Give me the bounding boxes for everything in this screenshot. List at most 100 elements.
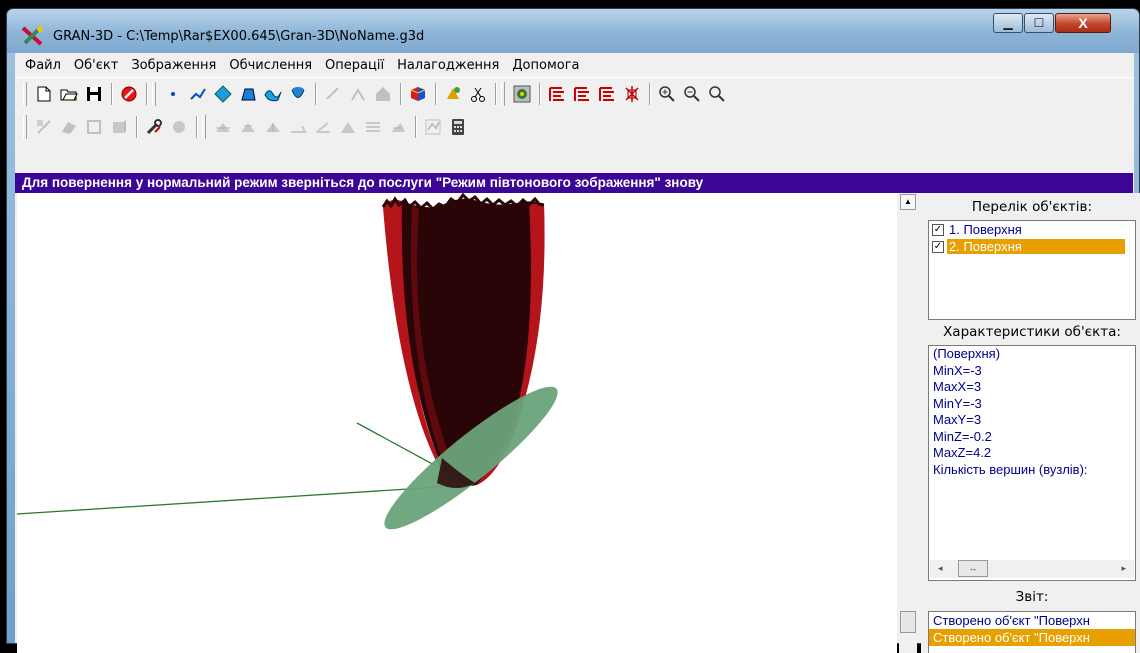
toolbar-separator <box>539 82 541 105</box>
minimize-button[interactable]: ▁ <box>993 13 1023 33</box>
menu-bar: Файл Об'єкт Зображення Обчислення Операц… <box>15 53 1134 77</box>
rotation-body-icon[interactable] <box>286 82 309 106</box>
toolbar-separator <box>435 82 437 105</box>
toolbar-grip[interactable] <box>23 115 27 139</box>
plane-1-icon[interactable] <box>286 115 309 139</box>
projection-x-icon[interactable] <box>545 82 568 106</box>
scroll-thumb[interactable] <box>900 611 916 633</box>
checkbox-checked-icon[interactable]: ✓ <box>932 240 944 253</box>
projection-y-icon[interactable] <box>570 82 593 106</box>
objects-list-title: Перелік об'єктів: <box>971 199 1093 215</box>
plane-5-icon[interactable] <box>386 115 409 139</box>
toolbar-separator <box>136 116 138 138</box>
shading-icon[interactable] <box>441 82 464 106</box>
menu-settings[interactable]: Налагодження <box>397 58 499 73</box>
object-panel: Перелік об'єктів: ✓ 1. Поверхня ✓ 2. Пов… <box>921 193 1140 653</box>
new-file-icon[interactable] <box>32 82 55 106</box>
toolbar-grip[interactable] <box>152 81 156 106</box>
link-icon[interactable] <box>32 115 55 139</box>
scroll-right-arrow-icon[interactable]: ▸ <box>1121 563 1126 574</box>
object-row-selected[interactable]: ✓ 2. Поверхня <box>929 238 1135 255</box>
open-folder-icon[interactable] <box>57 82 80 106</box>
object-label: 2. Поверхня <box>947 239 1125 254</box>
scroll-left-arrow-icon[interactable]: ◂ <box>938 563 943 574</box>
scroll-thumb-horizontal-icon[interactable]: ↔ <box>958 560 988 577</box>
axonometry-icon[interactable] <box>620 82 643 106</box>
section-2-icon[interactable] <box>236 115 259 139</box>
app-logo-icon <box>21 25 43 46</box>
toolbar-separator <box>315 82 317 105</box>
render-scene-icon[interactable] <box>510 82 533 106</box>
plane-3-icon[interactable] <box>336 115 359 139</box>
secondary-toolbar <box>15 111 1134 143</box>
characteristic-line: MaxX=3 <box>933 379 982 394</box>
toolbar-grip[interactable] <box>202 115 206 139</box>
menu-view[interactable]: Зображення <box>131 58 216 73</box>
checkbox-checked-icon[interactable]: ✓ <box>932 223 944 236</box>
surface-icon[interactable] <box>261 82 284 106</box>
calculator-icon[interactable] <box>446 115 469 139</box>
tools-icon[interactable] <box>142 115 165 139</box>
characteristics-title: Характеристики об'єкта: <box>943 324 1121 340</box>
objects-listbox[interactable]: ✓ 1. Поверхня ✓ 2. Поверхня <box>928 220 1136 320</box>
characteristics-box[interactable]: (Поверхня) MinX=-3 MaxX=3 MinY=-3 MaxY=3… <box>928 345 1136 581</box>
title-bar[interactable]: GRAN-3D - C:\Temp\Rar$EX00.645\Gran-3D\N… <box>7 9 1139 53</box>
transform-icon[interactable] <box>321 82 344 106</box>
zoom-fit-icon[interactable] <box>705 82 728 106</box>
cube-icon[interactable] <box>107 115 130 139</box>
frame-icon[interactable] <box>82 115 105 139</box>
characteristic-line: MinY=-3 <box>933 395 982 411</box>
prism-icon[interactable] <box>236 82 259 106</box>
object-row[interactable]: ✓ 1. Поверхня <box>929 221 1135 238</box>
zoom-in-icon[interactable] <box>655 82 678 106</box>
report-box[interactable]: Створено об'єкт "Поверхн Створено об'єкт… <box>928 611 1136 653</box>
app-window: GRAN-3D - C:\Temp\Rar$EX00.645\Gran-3D\N… <box>6 8 1140 653</box>
section-3-icon[interactable] <box>261 115 284 139</box>
characteristics-horizontal-scrollbar[interactable]: ◂ ↔ ▸ <box>930 560 1134 578</box>
diamond-icon[interactable] <box>211 82 234 106</box>
menu-help[interactable]: Допомога <box>512 58 579 73</box>
maximize-button[interactable]: ☐ <box>1024 13 1054 33</box>
move-icon[interactable] <box>57 115 80 139</box>
polyline-icon[interactable] <box>186 82 209 106</box>
scroll-up-arrow-icon[interactable]: ▲ <box>900 194 916 210</box>
viewport-vertical-scrollbar[interactable]: ▲ <box>899 193 917 653</box>
copy-object-icon[interactable] <box>346 82 369 106</box>
sphere-icon[interactable] <box>167 115 190 139</box>
scene-render <box>17 193 558 530</box>
toolbar-separator <box>111 82 113 105</box>
3d-viewport[interactable] <box>17 193 897 653</box>
window-title: GRAN-3D - C:\Temp\Rar$EX00.645\Gran-3D\N… <box>53 29 425 44</box>
report-title: Звіт: <box>1015 589 1049 605</box>
characteristic-line: Кількість вершин (вузлів): <box>933 461 1088 477</box>
client-area: Файл Об'єкт Зображення Обчислення Операц… <box>15 53 1140 653</box>
plane-2-icon[interactable] <box>311 115 334 139</box>
report-line-selected: Створено об'єкт "Поверхн <box>929 629 1135 646</box>
house-icon[interactable] <box>371 82 394 106</box>
characteristic-line: (Поверхня) <box>933 346 1001 361</box>
characteristic-line: MaxY=3 <box>933 412 982 427</box>
chart-icon[interactable] <box>421 115 444 139</box>
menu-file[interactable]: Файл <box>25 58 61 73</box>
plane-4-icon[interactable] <box>361 115 384 139</box>
projection-z-icon[interactable] <box>595 82 618 106</box>
characteristic-line: MinZ=-0.2 <box>933 428 992 444</box>
point-icon[interactable] <box>161 82 184 106</box>
stop-icon[interactable] <box>117 82 140 106</box>
close-button[interactable]: X <box>1055 13 1111 33</box>
toolbar-separator <box>146 82 148 105</box>
menu-operations[interactable]: Операції <box>325 58 384 73</box>
main-toolbar <box>15 77 1134 109</box>
menu-compute[interactable]: Обчислення <box>229 58 312 73</box>
toolbar-separator <box>495 82 497 105</box>
menu-object[interactable]: Об'єкт <box>74 58 118 73</box>
toolbar-grip[interactable] <box>501 81 505 106</box>
status-info-bar: Для повернення у нормальний режим зверні… <box>15 173 1133 193</box>
color-cube-icon[interactable] <box>406 82 429 106</box>
toolbar-grip[interactable] <box>23 81 27 106</box>
save-icon[interactable] <box>82 82 105 106</box>
report-line: Створено об'єкт "Поверхн <box>933 613 1090 628</box>
scissors-icon[interactable] <box>466 82 489 106</box>
section-1-icon[interactable] <box>211 115 234 139</box>
zoom-out-icon[interactable] <box>680 82 703 106</box>
